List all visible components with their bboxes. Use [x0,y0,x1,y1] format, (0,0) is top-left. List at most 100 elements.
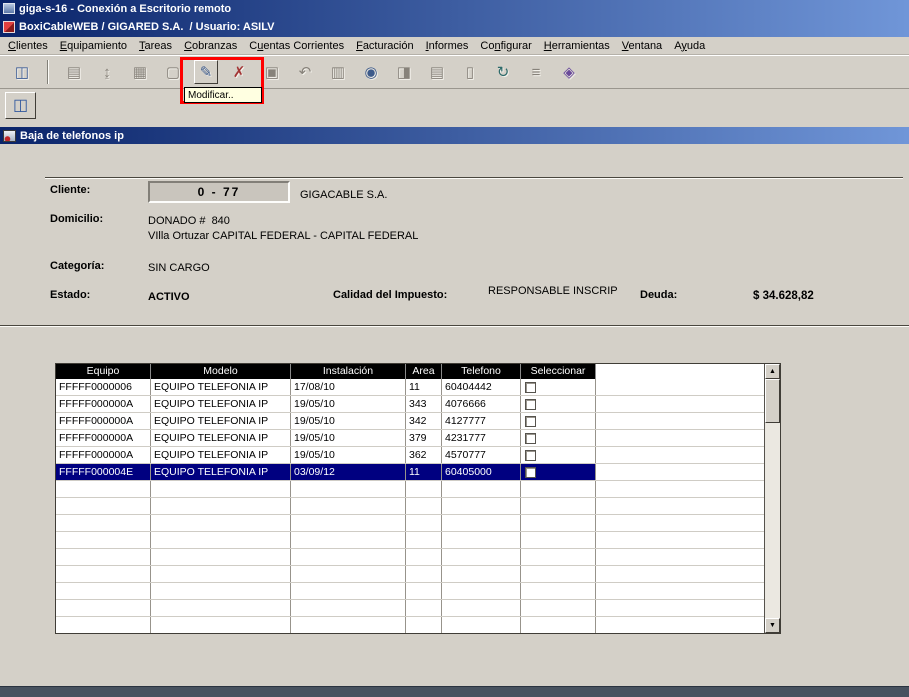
cell-seleccionar [521,464,596,480]
cell-instalacion: 17/08/10 [291,379,406,395]
scrollbar-up-button[interactable]: ▲ [765,364,780,379]
menu-item-configurar[interactable]: Configurar [474,38,537,54]
cell-instalacion: 03/09/12 [291,464,406,480]
table-row[interactable]: FFFFF000000AEQUIPO TELEFONIA IP19/05/103… [56,447,764,464]
empty-row [56,481,764,498]
cell-instalacion [291,515,406,531]
menu-item-cuentas-corrientes[interactable]: Cuentas Corrientes [243,38,350,54]
seleccionar-checkbox[interactable] [525,382,536,393]
cell-modelo [151,583,291,599]
cell-area [406,617,442,633]
seleccionar-checkbox[interactable] [525,467,536,478]
window-view-icon: ◫ [15,65,29,80]
table-row[interactable]: FFFFF000000AEQUIPO TELEFONIA IP19/05/103… [56,430,764,447]
cell-telefono [442,481,521,497]
document-icon: ▯ [466,65,474,80]
cell-seleccionar [521,515,596,531]
separator-line-top [45,177,903,179]
new-record-icon: ▢ [166,65,180,80]
row-filler [596,481,764,497]
table-row[interactable]: FFFFF000000AEQUIPO TELEFONIA IP19/05/103… [56,396,764,413]
key-icon: ↨ [103,65,111,80]
row-filler [596,447,764,463]
preview-button[interactable]: ◨ [392,60,416,84]
vertical-scrollbar[interactable]: ▲ ▼ [764,364,780,633]
key-button[interactable]: ↨ [95,60,119,84]
print-button[interactable]: ▤ [425,60,449,84]
cell-seleccionar [521,498,596,514]
menu-item-equipamiento[interactable]: Equipamiento [54,38,133,54]
form-tab[interactable]: ◫ [5,92,36,119]
save-button[interactable]: ▥ [326,60,350,84]
down-arrow-icon: ▼ [769,622,776,629]
preview-icon: ◨ [397,65,411,80]
refresh-button[interactable]: ↻ [491,60,515,84]
empty-row [56,583,764,600]
grid-button[interactable]: ▦ [128,60,152,84]
menu-item-facturacio-n[interactable]: Facturación [350,38,420,54]
taskbar-strip [0,686,909,697]
cell-equipo [56,498,151,514]
undo-button[interactable]: ↶ [293,60,317,84]
cell-equipo [56,600,151,616]
categoria-label: Categoría: [50,260,104,272]
cliente-numero-field[interactable]: 0 - 77 [148,181,290,203]
row-filler [596,583,764,599]
rdp-window-icon[interactable] [3,3,15,14]
cell-seleccionar [521,549,596,565]
cell-equipo [56,515,151,531]
calidad-impuesto-label: Calidad del Impuesto: [333,289,447,301]
menu-item-herramientas[interactable]: Herramientas [538,38,616,54]
menu-item-cobranzas[interactable]: Cobranzas [178,38,243,54]
window-view-button[interactable]: ◫ [10,60,34,84]
row-filler [596,396,764,412]
menu-item-informes[interactable]: Informes [420,38,475,54]
table-row[interactable]: FFFFF000004EEQUIPO TELEFONIA IP03/09/121… [56,464,764,481]
scrollbar-thumb[interactable] [765,379,780,423]
document-button[interactable]: ▯ [458,60,482,84]
cell-seleccionar [521,379,596,395]
domicilio-linea1: DONADO # 840 [148,215,230,227]
cell-telefono: 4231777 [442,430,521,446]
menu-item-tareas[interactable]: Tareas [133,38,178,54]
help-button[interactable]: ◈ [557,60,581,84]
app-icon[interactable] [3,21,15,33]
screen: giga-s-16 - Conexión a Escritorio remoto… [0,0,909,697]
cell-area [406,498,442,514]
column-header-seleccionar: Seleccionar [521,364,596,379]
cell-equipo [56,583,151,599]
seleccionar-checkbox[interactable] [525,399,536,410]
levels-button[interactable]: ≡ [524,60,548,84]
cell-area [406,515,442,531]
cell-instalacion: 19/05/10 [291,447,406,463]
seleccionar-checkbox[interactable] [525,416,536,427]
table-row[interactable]: FFFFF000000AEQUIPO TELEFONIA IP19/05/103… [56,413,764,430]
cell-seleccionar [521,430,596,446]
cell-instalacion [291,600,406,616]
column-header-area: Area [406,364,442,379]
insert-icon: ▣ [265,65,279,80]
search-button[interactable]: ◉ [359,60,383,84]
column-header-instalacio-n: Instalación [291,364,406,379]
table-row[interactable]: FFFFF0000006EQUIPO TELEFONIA IP17/08/101… [56,379,764,396]
cell-modelo [151,532,291,548]
cell-equipo [56,532,151,548]
cell-equipo: FFFFF000000A [56,413,151,429]
print-setup-button[interactable]: ▤ [62,60,86,84]
cell-instalacion [291,566,406,582]
cell-instalacion [291,532,406,548]
seleccionar-checkbox[interactable] [525,433,536,444]
cell-area [406,600,442,616]
menu-item-ayuda[interactable]: Ayuda [668,38,711,54]
estado-value: ACTIVO [148,291,190,303]
cell-modelo: EQUIPO TELEFONIA IP [151,464,291,480]
scrollbar-down-button[interactable]: ▼ [765,618,780,633]
cell-equipo: FFFFF0000006 [56,379,151,395]
menu-item-clientes[interactable]: Clientes [2,38,54,54]
menu-item-ventana[interactable]: Ventana [616,38,668,54]
form-window-icon[interactable] [3,130,16,142]
domicilio-linea2: VIlla Ortuzar CAPITAL FEDERAL - CAPITAL … [148,230,418,242]
cell-equipo: FFFFF000000A [56,396,151,412]
cell-area: 11 [406,379,442,395]
seleccionar-checkbox[interactable] [525,450,536,461]
